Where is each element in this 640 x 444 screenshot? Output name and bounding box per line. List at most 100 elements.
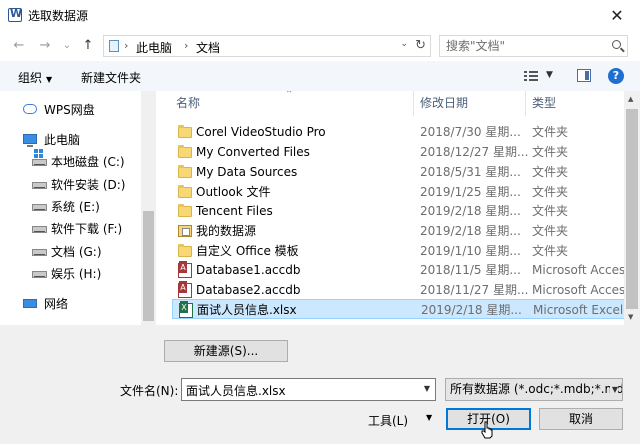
file-type: 文件夹: [532, 145, 569, 159]
tools-menu-button[interactable]: 工具(L) ▼: [368, 412, 432, 429]
file-type: 文件夹: [532, 224, 569, 238]
dialog-footer: 新建源(S)... 文件名(N): ▼ 所有数据源 (*.odc;*.mdb;*…: [0, 325, 640, 444]
file-row[interactable]: My Converted Files 2018/12/27 星期... 文件夹: [172, 142, 624, 162]
file-name: 自定义 Office 模板: [196, 244, 299, 258]
up-button[interactable]: ↑: [79, 37, 97, 55]
file-list-scrollbar[interactable]: ▲ ▼: [624, 91, 640, 325]
breadcrumb-this-pc[interactable]: 此电脑: [136, 39, 172, 56]
file-name: Corel VideoStudio Pro: [196, 125, 326, 139]
title-bar: 选取数据源 ✕: [0, 0, 640, 31]
sidebar-item-network[interactable]: 网络: [0, 294, 141, 314]
file-row[interactable]: Outlook 文件 2019/1/25 星期... 文件夹: [172, 182, 624, 202]
recent-locations-button[interactable]: ⌄: [58, 37, 76, 55]
sidebar-item-label: WPS网盘: [44, 103, 95, 117]
refresh-icon[interactable]: ↻: [415, 38, 426, 53]
file-date: 2018/11/27 星期...: [420, 283, 529, 297]
cloud-icon: [23, 104, 37, 114]
file-row[interactable]: Database1.accdb 2018/11/5 星期... Microsof…: [172, 260, 624, 280]
file-name: My Data Sources: [196, 165, 298, 179]
sidebar-item-label: 网络: [44, 297, 69, 311]
scroll-down-icon[interactable]: ▼: [628, 313, 633, 321]
organize-label: 组织: [18, 71, 43, 85]
file-row-selected[interactable]: 面试人员信息.xlsx 2019/2/18 星期... Microsoft Ex…: [172, 299, 624, 319]
new-folder-button[interactable]: 新建文件夹: [81, 69, 141, 86]
file-type-value: 所有数据源 (*.odc;*.mdb;*.mde: [450, 382, 623, 396]
breadcrumb-documents[interactable]: 文档: [196, 39, 220, 56]
sidebar-item-drive-h[interactable]: 娱乐 (H:): [0, 264, 141, 284]
column-divider[interactable]: [413, 91, 414, 116]
system-drive-icon: [32, 154, 47, 166]
folder-icon: [178, 145, 192, 158]
file-name: My Converted Files: [196, 145, 310, 159]
file-type: Microsoft Excel ...: [533, 303, 624, 317]
file-row[interactable]: 我的数据源 2019/2/18 星期... 文件夹: [172, 221, 624, 241]
sidebar-item-drive-e[interactable]: 系统 (E:): [0, 197, 141, 217]
file-date: 2019/1/25 星期...: [420, 185, 521, 199]
sidebar-item-this-pc[interactable]: 此电脑: [0, 130, 141, 150]
scrollbar-thumb[interactable]: [626, 109, 638, 309]
file-row[interactable]: 自定义 Office 模板 2019/1/10 星期... 文件夹: [172, 241, 624, 261]
help-icon[interactable]: ?: [608, 68, 624, 84]
preview-pane-icon[interactable]: [577, 69, 591, 82]
sidebar-item-label: 软件下载 (F:): [51, 222, 123, 236]
sidebar-item-drive-f[interactable]: 软件下载 (F:): [0, 219, 141, 239]
column-header-type[interactable]: 类型: [532, 91, 556, 116]
column-divider[interactable]: [525, 91, 526, 116]
computer-icon: [23, 134, 37, 147]
organize-button[interactable]: 组织 ▼: [18, 69, 52, 86]
file-date: 2018/11/5 星期...: [420, 263, 521, 277]
sidebar-item-label: 系统 (E:): [51, 200, 100, 214]
column-header-name[interactable]: 名称: [176, 91, 200, 116]
chevron-down-icon: ▼: [46, 75, 53, 84]
word-app-icon: [8, 7, 22, 22]
navigation-scrollbar[interactable]: [141, 91, 156, 325]
close-button[interactable]: ✕: [594, 0, 640, 31]
view-options-icon[interactable]: [524, 70, 538, 82]
file-type: Microsoft Acces...: [532, 263, 624, 277]
sidebar-item-wps-cloud[interactable]: WPS网盘: [0, 100, 141, 120]
file-row[interactable]: Tencent Files 2019/2/18 星期... 文件夹: [172, 201, 624, 221]
filename-combobox[interactable]: ▼: [181, 378, 436, 401]
search-box[interactable]: [439, 35, 628, 57]
filename-input[interactable]: [186, 382, 411, 398]
address-bar[interactable]: › 此电脑 › 文档 ⌄ ↻: [103, 35, 431, 57]
sidebar-item-drive-d[interactable]: 软件安装 (D:): [0, 175, 141, 195]
chevron-down-icon: ▼: [609, 379, 618, 400]
back-button[interactable]: ←: [10, 37, 28, 55]
cancel-button[interactable]: 取消: [539, 408, 623, 430]
file-row[interactable]: Corel VideoStudio Pro 2018/7/30 星期... 文件…: [172, 122, 624, 142]
search-icon[interactable]: [612, 40, 621, 49]
folder-icon: [178, 165, 192, 178]
address-dropdown-icon[interactable]: ⌄: [400, 39, 408, 49]
sidebar-item-drive-g[interactable]: 文档 (G:): [0, 242, 141, 262]
sort-ascending-icon: ⌃: [285, 91, 294, 100]
file-date: 2019/1/10 星期...: [420, 244, 521, 258]
sidebar-item-drive-c[interactable]: 本地磁盘 (C:): [0, 152, 141, 172]
search-input[interactable]: [446, 38, 606, 54]
file-row[interactable]: Database2.accdb 2018/11/27 星期... Microso…: [172, 280, 624, 300]
view-dropdown-icon[interactable]: ▼: [546, 70, 553, 80]
sidebar-item-label: 本地磁盘 (C:): [51, 155, 125, 169]
column-header-date[interactable]: 修改日期: [420, 91, 468, 116]
sidebar-item-label: 此电脑: [44, 133, 81, 147]
file-name: Database1.accdb: [196, 263, 301, 277]
file-date: 2019/2/18 星期...: [421, 303, 522, 317]
file-name: 面试人员信息.xlsx: [197, 303, 297, 317]
excel-file-icon: [179, 301, 193, 318]
file-date: 2019/2/18 星期...: [420, 224, 521, 238]
chevron-down-icon[interactable]: ▼: [424, 384, 430, 393]
sidebar-item-label: 文档 (G:): [51, 245, 102, 259]
file-date: 2018/5/31 星期...: [420, 165, 521, 179]
navigation-pane: WPS网盘 此电脑 本地磁盘 (C:) 软件安装 (D:) 系统 (E:) 软件…: [0, 91, 141, 325]
file-list: 名称 ⌃ 修改日期 类型 Corel VideoStudio Pro 2018/…: [158, 91, 624, 325]
scroll-up-icon[interactable]: ▲: [628, 95, 633, 103]
file-name: Outlook 文件: [196, 185, 271, 199]
forward-button[interactable]: →: [36, 37, 54, 55]
file-row[interactable]: My Data Sources 2018/5/31 星期... 文件夹: [172, 162, 624, 182]
new-source-button[interactable]: 新建源(S)...: [164, 340, 288, 362]
scrollbar-thumb[interactable]: [143, 211, 154, 321]
drive-icon: [32, 226, 47, 233]
navigation-bar: ← → ⌄ ↑ › 此电脑 › 文档 ⌄ ↻: [0, 31, 640, 61]
file-type-select[interactable]: 所有数据源 (*.odc;*.mdb;*.mde ▼: [445, 378, 623, 401]
drive-icon: [32, 204, 47, 211]
